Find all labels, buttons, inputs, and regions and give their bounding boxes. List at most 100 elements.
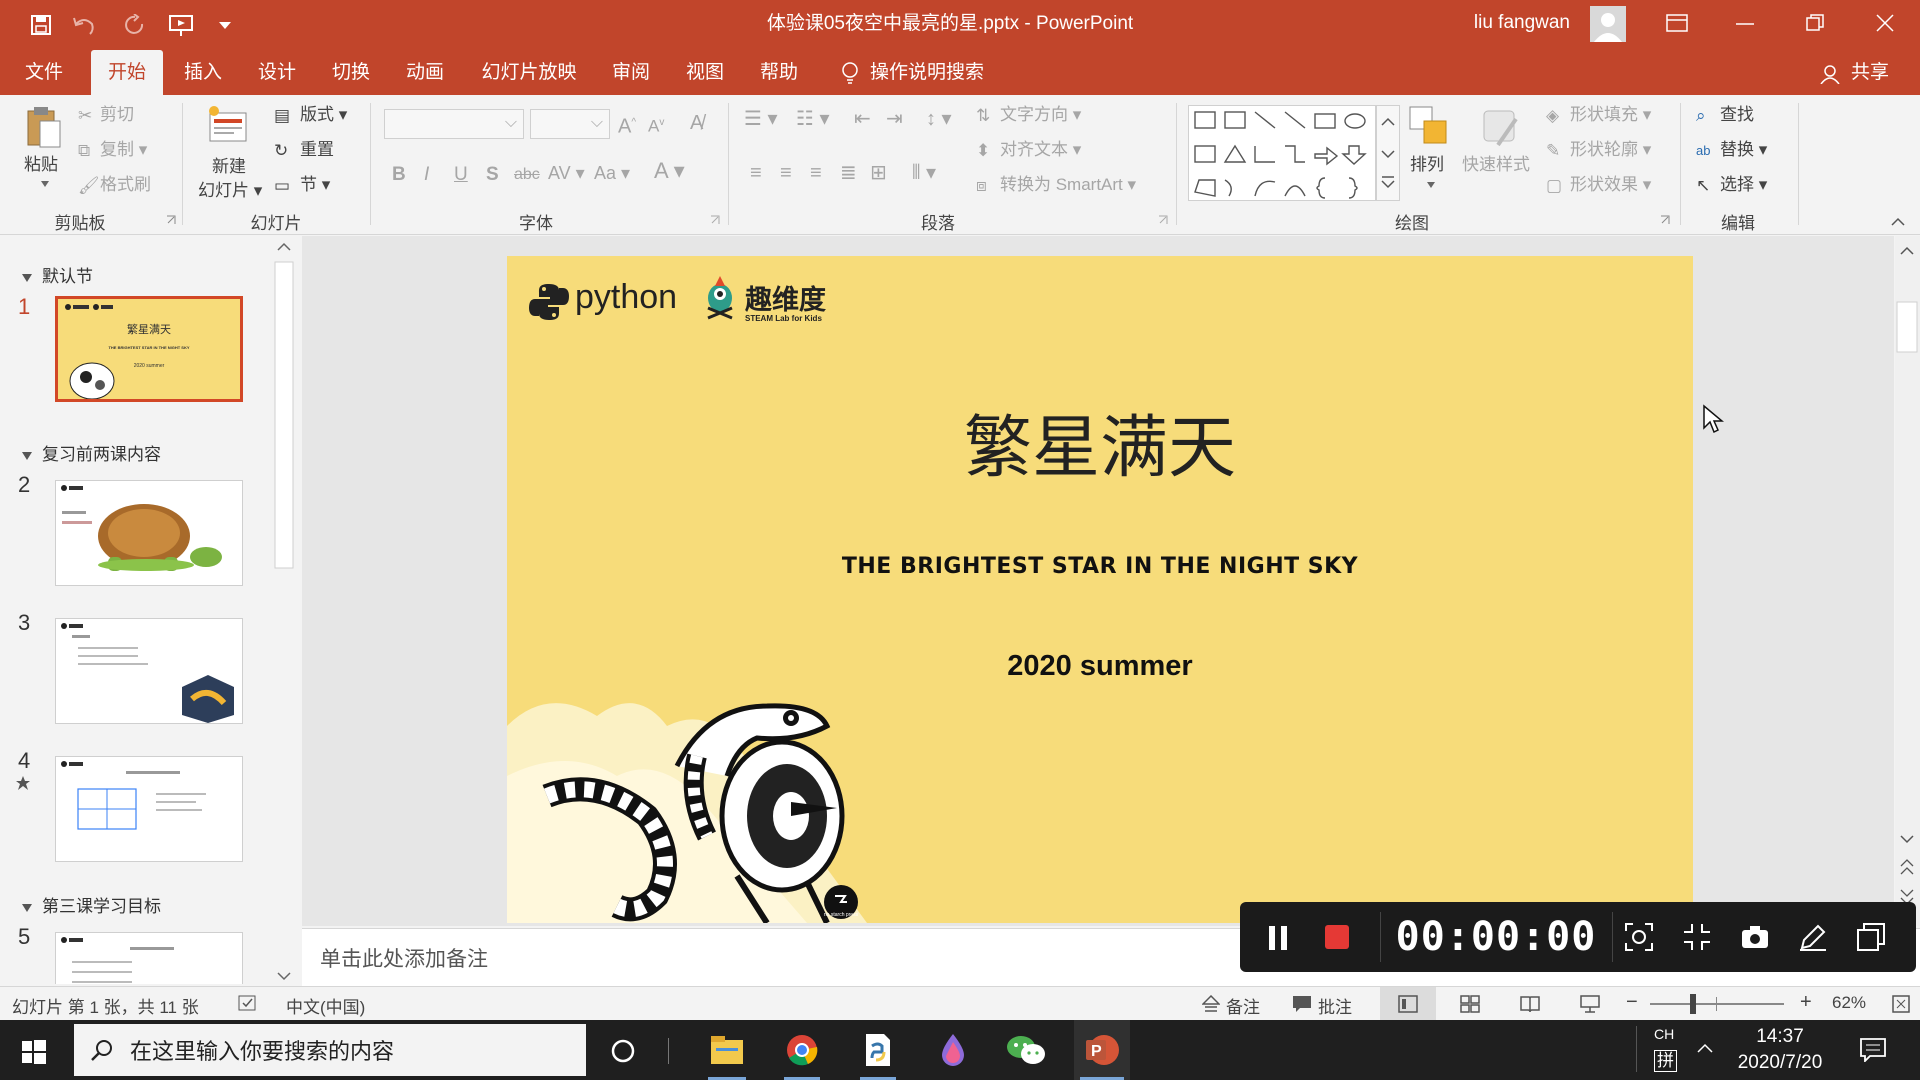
stop-record-icon[interactable] xyxy=(1324,924,1350,950)
reading-view-icon[interactable] xyxy=(1520,995,1540,1013)
shape-outline-button[interactable]: 形状轮廓 xyxy=(1570,140,1638,159)
slide-count-status[interactable]: 幻灯片 第 1 张，共 11 张 xyxy=(12,993,199,1018)
decrease-font-icon[interactable]: Av xyxy=(648,111,664,139)
tab-file[interactable]: 文件 xyxy=(14,50,74,95)
gallery-scroll-icon[interactable] xyxy=(1376,105,1400,201)
section-button[interactable]: 节 xyxy=(300,175,317,194)
find-button[interactable]: 查找 xyxy=(1720,105,1754,124)
section-review[interactable]: 复习前两课内容 xyxy=(22,440,161,465)
color-drop-app-icon[interactable] xyxy=(938,1032,968,1068)
tab-help[interactable]: 帮助 xyxy=(746,50,812,95)
pause-icon[interactable] xyxy=(1266,924,1292,952)
clear-format-icon[interactable]: A̸ xyxy=(690,111,703,135)
exit-fullscreen-icon[interactable] xyxy=(1682,922,1712,952)
tab-view[interactable]: 视图 xyxy=(672,50,738,95)
taskbar-search-placeholder[interactable]: 在这里输入你要搜索的内容 xyxy=(130,1034,394,1066)
section-lesson3-goals[interactable]: 第三课学习目标 xyxy=(22,892,161,917)
copy-button[interactable]: 复制 xyxy=(100,140,134,159)
cut-button[interactable]: 剪切 xyxy=(100,105,134,124)
ribbon-display-options-icon[interactable] xyxy=(1666,14,1688,34)
chrome-icon[interactable] xyxy=(786,1034,818,1066)
align-right-icon[interactable]: ≡ xyxy=(810,161,822,185)
increase-font-icon[interactable]: A^ xyxy=(618,111,636,139)
window-mode-icon[interactable] xyxy=(1856,922,1886,952)
font-color-icon[interactable]: A ▾ xyxy=(654,159,685,183)
increase-indent-icon[interactable]: ⇥ xyxy=(886,107,903,131)
avatar[interactable] xyxy=(1590,6,1626,42)
notes-toggle-button[interactable]: 备注 xyxy=(1226,993,1260,1018)
file-explorer-icon[interactable] xyxy=(710,1034,744,1066)
chevron-down-icon[interactable] xyxy=(40,180,50,188)
font-size-select[interactable]: ⌵ xyxy=(530,109,610,139)
wechat-icon[interactable] xyxy=(1006,1034,1046,1066)
char-spacing-icon[interactable]: AV ▾ xyxy=(548,161,585,185)
change-case-icon[interactable]: Aa ▾ xyxy=(594,161,630,185)
distribute-icon[interactable]: ⊞ xyxy=(870,161,887,185)
reset-button[interactable]: 重置 xyxy=(300,140,334,159)
line-spacing-icon[interactable]: ↕ ▾ xyxy=(926,107,952,131)
convert-smartart-button[interactable]: 转换为 SmartArt xyxy=(1000,175,1123,194)
zoom-out-button[interactable]: − xyxy=(1626,991,1638,1014)
chevron-down-icon[interactable] xyxy=(1426,181,1436,189)
slide-sorter-view-icon[interactable] xyxy=(1460,995,1480,1013)
format-painter-button[interactable]: 格式刷 xyxy=(100,175,151,194)
align-center-icon[interactable]: ≡ xyxy=(780,161,792,185)
python-idle-icon[interactable] xyxy=(862,1032,894,1068)
underline-icon[interactable]: U xyxy=(454,163,468,187)
font-name-select[interactable]: ⌵ xyxy=(384,109,524,139)
windows-start-icon[interactable] xyxy=(22,1040,46,1064)
save-icon[interactable] xyxy=(30,14,52,36)
slideshow-from-start-icon[interactable] xyxy=(168,13,194,37)
shape-effects-button[interactable]: 形状效果 xyxy=(1570,175,1638,194)
strikethrough-icon[interactable]: abc xyxy=(514,163,540,187)
language-status[interactable]: 中文(中国) xyxy=(286,993,365,1018)
collapse-triangle-icon[interactable] xyxy=(22,273,32,282)
zoom-slider-thumb[interactable] xyxy=(1690,994,1696,1014)
quick-styles-button[interactable]: 快速样式 xyxy=(1462,153,1530,177)
quick-styles-icon[interactable] xyxy=(1478,105,1522,149)
thumbnail-scrollbar[interactable] xyxy=(273,240,295,985)
paste-icon[interactable] xyxy=(24,105,64,149)
collapse-triangle-icon[interactable] xyxy=(22,903,32,912)
cortana-icon[interactable] xyxy=(610,1038,636,1064)
new-slide-label-2[interactable]: 幻灯片 ▾ xyxy=(198,179,262,203)
share-button[interactable]: 共享 xyxy=(1845,50,1895,95)
new-slide-label-1[interactable]: 新建 xyxy=(212,155,246,179)
tab-slideshow[interactable]: 幻灯片放映 xyxy=(474,50,584,95)
zoom-slider-track[interactable] xyxy=(1650,1003,1784,1005)
slide-title[interactable]: 繁星满天 xyxy=(507,392,1693,491)
dialog-launcher-icon[interactable] xyxy=(166,215,176,225)
decrease-indent-icon[interactable]: ⇤ xyxy=(854,107,871,131)
normal-view-icon[interactable] xyxy=(1398,995,1418,1013)
tab-insert[interactable]: 插入 xyxy=(170,50,236,95)
show-hidden-icons-chevron-icon[interactable] xyxy=(1696,1042,1714,1054)
camera-icon[interactable] xyxy=(1740,922,1770,952)
shape-fill-button[interactable]: 形状填充 xyxy=(1570,105,1638,124)
shadow-icon[interactable]: S xyxy=(486,163,499,187)
numbering-icon[interactable]: ☷ ▾ xyxy=(796,107,830,131)
action-center-icon[interactable] xyxy=(1860,1038,1886,1062)
lightbulb-icon[interactable] xyxy=(840,61,860,85)
tab-design[interactable]: 设计 xyxy=(244,50,310,95)
paste-button[interactable]: 粘贴 xyxy=(24,153,58,177)
shapes-gallery[interactable] xyxy=(1188,105,1376,201)
current-slide[interactable]: python 趣维度 STEAM Lab for Kids 繁星满天 THE B… xyxy=(507,256,1693,923)
text-direction-button[interactable]: 文字方向 xyxy=(1000,105,1068,124)
comments-toggle-button[interactable]: 批注 xyxy=(1318,993,1352,1018)
collapse-triangle-icon[interactable] xyxy=(22,451,32,460)
columns-icon[interactable]: ⫴ ▾ xyxy=(912,161,936,185)
section-default[interactable]: 默认节 xyxy=(22,262,93,287)
tab-transitions[interactable]: 切换 xyxy=(318,50,384,95)
clock-date[interactable]: 2020/7/20 xyxy=(1728,1052,1832,1074)
annotate-pen-icon[interactable] xyxy=(1798,922,1828,952)
region-capture-icon[interactable] xyxy=(1624,922,1654,952)
zoom-in-button[interactable]: + xyxy=(1800,991,1812,1014)
tab-animations[interactable]: 动画 xyxy=(392,50,458,95)
fit-to-window-icon[interactable] xyxy=(1892,995,1910,1013)
slide-subtitle[interactable]: THE BRIGHTEST STAR IN THE NIGHT SKY xyxy=(507,554,1693,579)
bold-icon[interactable]: B xyxy=(392,163,406,187)
minimize-icon[interactable] xyxy=(1736,22,1754,26)
justify-icon[interactable]: ≣ xyxy=(840,161,857,185)
dialog-launcher-icon[interactable] xyxy=(710,215,720,225)
italic-icon[interactable]: I xyxy=(424,163,429,187)
